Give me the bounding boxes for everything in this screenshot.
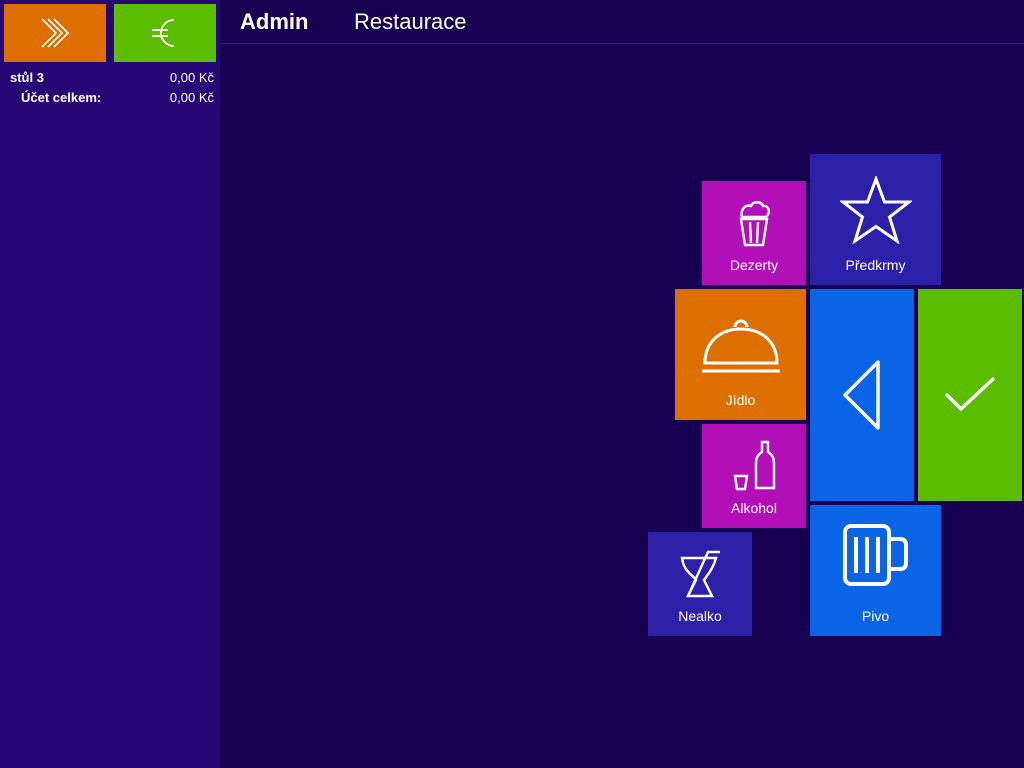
glass-with-straw-icon [680,550,720,598]
total-amount: 0,00 Kč [169,90,214,105]
tile-label: Alkohol [731,500,777,516]
sidebar: stůl 3 0,00 Kč Účet celkem: 0,00 Kč [0,0,220,768]
tile-label: Jídlo [725,392,756,408]
ice-cream-cup-icon [739,201,771,247]
total-label: Účet celkem: [21,90,102,105]
table-label: stůl 3 [10,70,44,85]
tile-alkohol[interactable]: Alkohol [702,424,806,528]
double-chevron-right-icon [41,18,70,48]
pay-button[interactable] [114,4,216,62]
euro-icon [152,19,175,47]
tile-predkrmy[interactable]: Předkrmy [810,154,941,285]
table-amount: 0,00 Kč [169,70,214,85]
bottle-and-shot-icon [733,440,776,491]
tile-jidlo[interactable]: Jídlo [675,289,806,420]
header: Admin Restaurace [220,0,1024,44]
star-icon [840,176,912,244]
tile-label: Pivo [861,608,890,624]
tile-label: Dezerty [729,257,779,273]
tile-label: Nealko [678,608,722,624]
forward-button[interactable] [4,4,106,62]
tile-dezerty[interactable]: Dezerty [702,181,806,285]
confirm-button[interactable] [918,289,1022,501]
section-title: Restaurace [354,9,467,34]
user-name: Admin [240,9,309,34]
beer-mug-icon [843,524,908,586]
tile-pivo[interactable]: Pivo [810,505,941,636]
back-button[interactable] [810,289,914,501]
food-cloche-icon [702,319,780,373]
total-row: Účet celkem: 0,00 Kč [21,90,214,105]
tile-label: Předkrmy [845,257,906,273]
checkmark-icon [945,377,995,411]
triangle-left-icon [843,360,880,430]
table-row: stůl 3 0,00 Kč [10,70,214,85]
tile-nealko[interactable]: Nealko [648,532,752,636]
